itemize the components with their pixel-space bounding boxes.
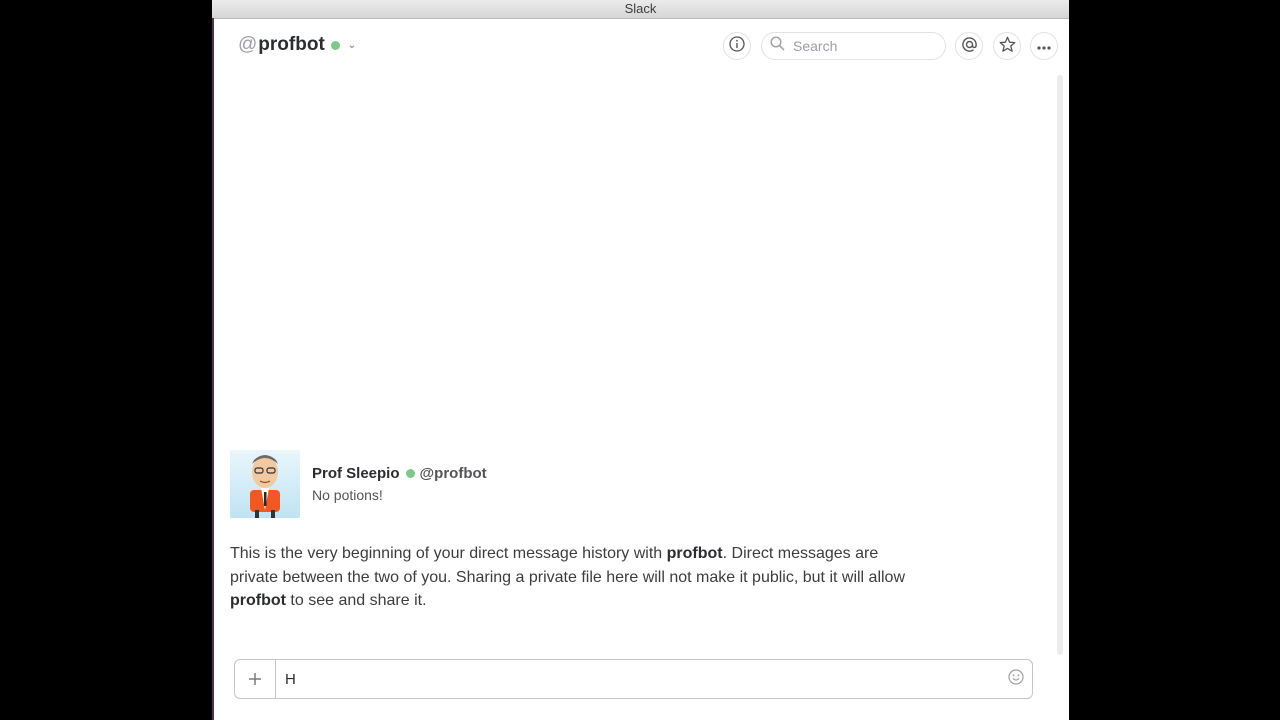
profile-status: No potions! [312,487,383,503]
chevron-down-icon: ⌄ [347,39,357,51]
search-icon [770,36,785,56]
emoji-button[interactable] [1000,668,1032,690]
message-composer [234,659,1033,699]
info-button[interactable] [723,32,751,60]
emoji-icon [1008,668,1024,690]
presence-dot [405,469,415,478]
intro-user-mention: profbot [230,592,286,609]
at-symbol: @ [238,34,258,55]
intro-user-mention: profbot [666,545,723,562]
intro-text-part1: This is the very beginning of your direc… [230,545,667,562]
search-box[interactable] [761,32,946,60]
message-scrollbar[interactable] [1057,75,1063,655]
channel-header: @ profbot ⌄ [212,19,1069,75]
window-title: Slack [624,1,657,16]
more-icon [1036,38,1052,55]
message-input[interactable] [276,669,1000,689]
starred-button[interactable] [993,32,1021,60]
mention-icon [961,36,978,57]
plus-icon [248,666,262,692]
sidebar-edge [212,18,214,720]
search-input[interactable] [791,37,935,55]
intro-text-part3: to see and share it. [285,592,427,609]
info-icon [729,36,745,56]
presence-dot [330,40,340,50]
channel-name: profbot [258,34,325,55]
dm-intro-text: This is the very beginning of your direc… [230,542,930,613]
slack-window: Slack @ profbot ⌄ Search Prof Sleepio @p… [212,0,1069,720]
dm-intro-profile: Prof Sleepio @profbot No potions! [230,450,487,518]
more-button[interactable] [1030,32,1058,60]
mentions-button[interactable] [955,32,983,60]
avatar[interactable] [230,450,300,518]
channel-name-button[interactable]: @ profbot ⌄ [238,34,356,56]
profile-handle[interactable]: @profbot [420,465,487,482]
attach-button[interactable] [235,660,276,698]
profile-display-name[interactable]: Prof Sleepio [312,465,400,482]
window-titlebar: Slack [212,0,1069,19]
star-icon [999,36,1016,57]
